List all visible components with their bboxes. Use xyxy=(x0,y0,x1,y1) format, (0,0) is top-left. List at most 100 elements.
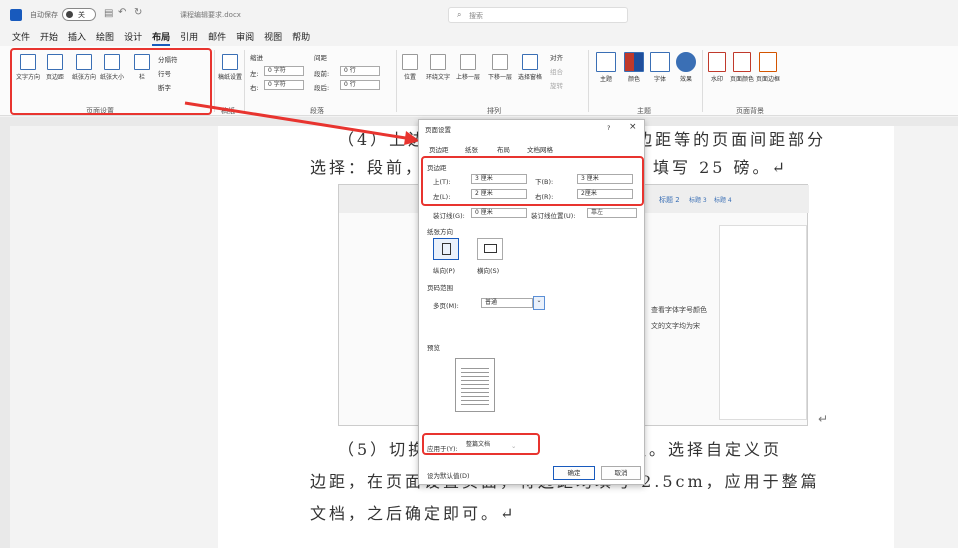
dialog-title: 页面设置 xyxy=(425,126,451,134)
page-color-label: 页面颜色 xyxy=(730,76,755,83)
ok-button[interactable]: 确定 xyxy=(553,466,595,480)
group-button[interactable]: 组合 xyxy=(550,66,563,76)
send-backward-icon xyxy=(492,54,508,70)
rotate-button[interactable]: 旋转 xyxy=(550,80,563,90)
tab-doc-grid[interactable]: 文档网格 xyxy=(527,144,553,154)
menu-design[interactable]: 设计 xyxy=(124,30,142,46)
align-button[interactable]: 对齐 xyxy=(550,52,563,62)
colors-button[interactable]: 颜色 xyxy=(624,52,644,83)
autosave-toggle[interactable]: 关 xyxy=(62,8,96,21)
embedded-text-1: 查看字体字号颜色 xyxy=(651,306,707,314)
autosave-label: 自动保存 xyxy=(30,11,58,19)
doc-line-3b: 钮。选择自定义页 xyxy=(630,440,783,459)
indent-heading: 缩进 xyxy=(250,54,263,62)
toggle-knob xyxy=(66,11,73,18)
theme-icon xyxy=(596,52,616,72)
ribbon: 文字方向 页边距 纸张方向 纸张大小 栏 分隔符 行号 断字 页面设置 稿纸设置… xyxy=(0,46,958,116)
effects-button[interactable]: 效果 xyxy=(676,52,696,83)
close-button[interactable]: × xyxy=(629,122,637,132)
landscape-icon xyxy=(484,244,497,253)
menu-layout[interactable]: 布局 xyxy=(152,30,171,46)
watermark-icon xyxy=(708,52,726,72)
word-icon xyxy=(10,9,22,21)
indent-right-input[interactable]: 0 字符 xyxy=(264,80,304,90)
separator xyxy=(588,50,589,112)
position-button[interactable]: 位置 xyxy=(402,54,418,81)
theme-button[interactable]: 主题 xyxy=(596,52,616,83)
send-backward-button[interactable]: 下移一层 xyxy=(488,54,512,81)
fonts-button[interactable]: 字体 xyxy=(650,52,670,83)
selection-pane-button[interactable]: 选择窗格 xyxy=(518,54,542,81)
watermark-label: 水印 xyxy=(710,76,723,83)
menu-references[interactable]: 引用 xyxy=(180,30,198,46)
set-default-button[interactable]: 设为默认值(D) xyxy=(427,470,470,480)
bring-forward-button[interactable]: 上移一层 xyxy=(456,54,480,81)
search-box[interactable]: ⌕ 搜索 xyxy=(448,7,628,23)
wrap-text-label: 环绕文字 xyxy=(426,74,451,81)
send-backward-label: 下移一层 xyxy=(488,74,513,81)
landscape-label: 横向(S) xyxy=(477,267,500,275)
wrap-text-icon xyxy=(430,54,446,70)
page-borders-button[interactable]: 页面边框 xyxy=(756,52,780,83)
colors-icon xyxy=(624,52,644,72)
orientation-section-label: 纸张方向 xyxy=(427,228,453,236)
red-arrow xyxy=(184,101,420,145)
embedded-page xyxy=(719,225,807,420)
indent-left-label: 左: xyxy=(250,70,259,78)
preview-section-label: 预览 xyxy=(427,344,440,352)
vertical-ruler[interactable] xyxy=(0,126,10,548)
save-icon[interactable]: ▤ xyxy=(104,8,113,19)
fonts-icon xyxy=(650,52,670,72)
menu-mailings[interactable]: 邮件 xyxy=(208,30,226,46)
menu-review[interactable]: 审阅 xyxy=(236,30,254,46)
paragraph-mark: ↵ xyxy=(818,412,829,426)
menu-help[interactable]: 帮助 xyxy=(292,30,310,46)
tab-paper[interactable]: 纸张 xyxy=(465,144,478,154)
search-icon: ⌕ xyxy=(457,10,462,19)
undo-icon[interactable]: ↶ xyxy=(118,7,126,18)
fonts-label: 字体 xyxy=(653,76,666,83)
redo-icon[interactable]: ↻ xyxy=(134,7,142,18)
arrange-group-label: 排列 xyxy=(487,107,501,115)
effects-label: 效果 xyxy=(679,76,692,83)
watermark-button[interactable]: 水印 xyxy=(708,52,726,83)
wrap-text-button[interactable]: 环绕文字 xyxy=(426,54,450,81)
margins-highlight xyxy=(421,156,644,206)
menu-bar: 文件 开始 插入 绘图 设计 布局 引用 邮件 审阅 视图 帮助 xyxy=(0,30,958,46)
selection-pane-label: 选择窗格 xyxy=(518,74,543,81)
page-color-button[interactable]: 页面颜色 xyxy=(730,52,754,83)
selection-pane-icon xyxy=(522,54,538,70)
page-borders-icon xyxy=(759,52,777,72)
theme-label: 主题 xyxy=(599,76,612,83)
draft-settings-button[interactable]: 稿纸设置 xyxy=(218,54,242,81)
embedded-style-3: 标题 4 xyxy=(714,197,732,204)
menu-view[interactable]: 视图 xyxy=(264,30,282,46)
doc-line-2b: 填写 25 磅。↵ xyxy=(653,158,788,177)
space-before-label: 段前: xyxy=(314,70,330,78)
space-before-input[interactable]: 0 行 xyxy=(340,66,380,76)
bring-forward-label: 上移一层 xyxy=(456,74,481,81)
embedded-text-2: 文的文字均为宋 xyxy=(651,322,700,330)
menu-draw[interactable]: 绘图 xyxy=(96,30,114,46)
chevron-down-icon[interactable]: ⌄ xyxy=(533,296,545,310)
cancel-button[interactable]: 取消 xyxy=(601,466,641,480)
landscape-button[interactable] xyxy=(477,238,503,260)
file-name: 课程编辑要求.docx xyxy=(180,11,241,19)
menu-home[interactable]: 开始 xyxy=(40,30,58,46)
gutter-input[interactable]: 0 厘米 xyxy=(471,208,527,218)
indent-left-input[interactable]: 0 字符 xyxy=(264,66,304,76)
spacing-heading: 间距 xyxy=(314,54,327,62)
apply-to-highlight xyxy=(422,433,540,455)
help-button[interactable]: ? xyxy=(607,124,610,132)
multiple-pages-select[interactable]: 普通 xyxy=(481,298,533,308)
menu-file[interactable]: 文件 xyxy=(12,30,30,46)
page-borders-label: 页面边框 xyxy=(756,76,781,83)
doc-line-3a: （5）切换 xyxy=(338,440,428,459)
embedded-style-1: 标题 2 xyxy=(659,196,680,204)
gutter-position-select[interactable]: 靠左 xyxy=(587,208,637,218)
portrait-label: 纵向(P) xyxy=(433,267,455,275)
menu-insert[interactable]: 插入 xyxy=(68,30,86,46)
space-after-input[interactable]: 0 行 xyxy=(340,80,380,90)
portrait-button[interactable] xyxy=(433,238,459,260)
tab-layout[interactable]: 布局 xyxy=(497,144,510,154)
